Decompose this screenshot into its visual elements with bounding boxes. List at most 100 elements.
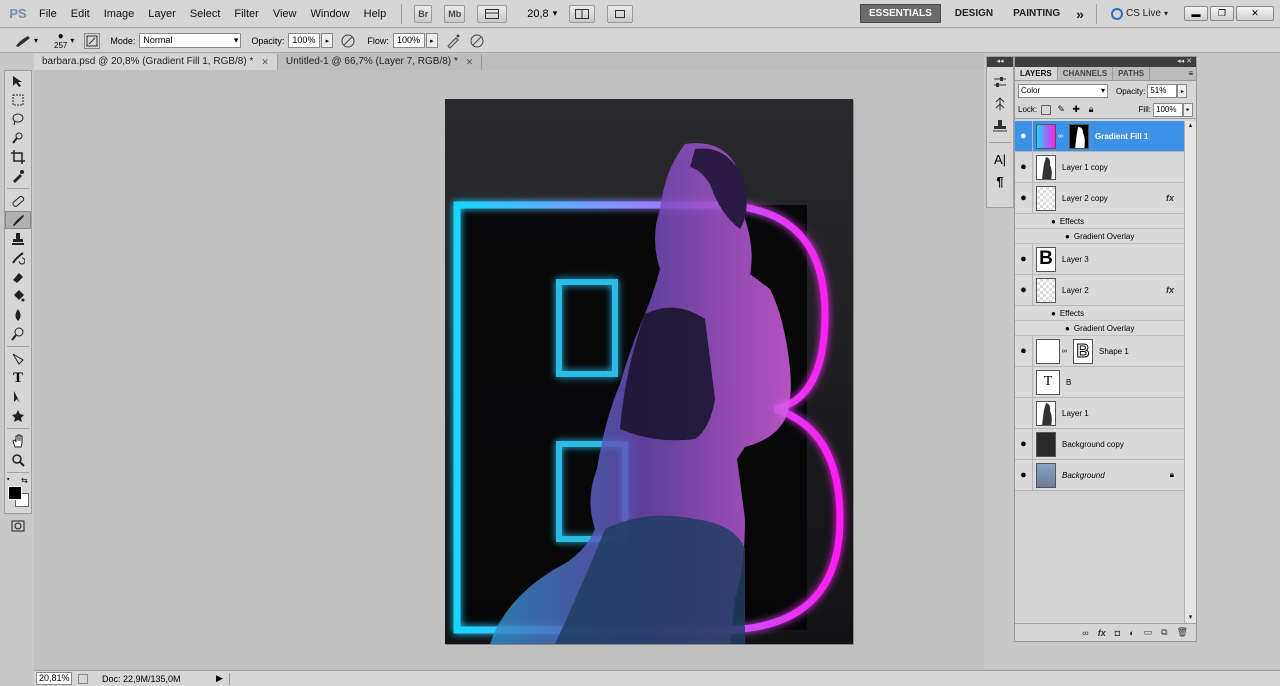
color-swatches[interactable]: ▪ ⇆ [5, 476, 31, 516]
scroll-down-icon[interactable]: ▾ [1185, 613, 1196, 621]
tab-layers[interactable]: LAYERS [1015, 67, 1058, 80]
brush-tool-preset-icon[interactable] [14, 32, 32, 50]
visibility-eye-icon[interactable]: ● [1015, 151, 1033, 183]
minimize-button[interactable]: ▬ [1184, 6, 1208, 21]
pressure-size-icon[interactable] [468, 32, 486, 50]
document-canvas[interactable] [445, 99, 853, 644]
layer-row[interactable]: ● Background 🔒︎ [1015, 459, 1184, 491]
lock-image-icon[interactable]: ✎ [1055, 104, 1067, 116]
tab-barbara[interactable]: barbara.psd @ 20,8% (Gradient Fill 1, RG… [34, 54, 278, 70]
new-group-icon[interactable]: ▭ [1144, 627, 1153, 638]
visibility-eye-icon[interactable]: ● [1051, 309, 1056, 318]
layer-row[interactable]: ● ∞ Gradient Fill 1 [1015, 120, 1184, 152]
tab-close-icon[interactable]: ✕ [466, 54, 474, 70]
move-tool[interactable] [5, 72, 31, 90]
workspace-design[interactable]: DESIGN [947, 5, 1001, 22]
paint-bucket-tool[interactable] [5, 287, 31, 305]
flow-input[interactable]: 100% [392, 33, 425, 48]
visibility-eye-icon[interactable]: ● [1015, 182, 1033, 214]
arrange-documents-button[interactable] [569, 4, 596, 23]
lock-all-icon[interactable]: 🔒︎ [1085, 104, 1097, 116]
hand-tool[interactable] [5, 432, 31, 450]
layer-row[interactable]: ● Layer 2 copy fx [1015, 182, 1184, 214]
eyedropper-tool[interactable] [5, 167, 31, 185]
foreground-color-swatch[interactable] [8, 486, 22, 500]
mode-select[interactable]: Normal [139, 33, 242, 48]
eraser-tool[interactable] [5, 268, 31, 286]
tab-close-icon[interactable]: ✕ [261, 54, 269, 70]
airbrush-icon[interactable] [444, 32, 462, 50]
tab-paths[interactable]: PATHS [1113, 67, 1151, 80]
marquee-tool[interactable] [5, 91, 31, 109]
bridge-button[interactable]: Br [414, 4, 433, 23]
brush-panel-toggle-icon[interactable] [84, 32, 101, 49]
chevron-down-icon[interactable]: ▾ [70, 36, 74, 45]
menu-layer[interactable]: Layer [141, 0, 183, 28]
visibility-eye-icon[interactable]: ● [1015, 428, 1033, 460]
menu-file[interactable]: File [32, 0, 64, 28]
status-preview-icon[interactable] [78, 673, 88, 684]
mini-bridge-button[interactable]: Mb [444, 4, 466, 23]
adjustments-panel-icon[interactable] [987, 71, 1013, 93]
panel-collapse-icon[interactable]: ◂◂ ✕ [1015, 57, 1196, 67]
screen-mode-button[interactable] [607, 4, 634, 23]
menu-help[interactable]: Help [357, 0, 394, 28]
visibility-toggle-empty[interactable] [1015, 397, 1033, 429]
menu-filter[interactable]: Filter [227, 0, 265, 28]
link-layers-icon[interactable]: ∞ [1082, 628, 1088, 638]
dock-expand-icon[interactable]: ◂◂ [987, 57, 1013, 67]
tool-presets-panel-icon[interactable] [987, 115, 1013, 137]
brush-size-picker[interactable]: ● 257 [54, 31, 67, 50]
tab-untitled-1[interactable]: Untitled-1 @ 66,7% (Layer 7, RGB/8) * ✕ [278, 54, 483, 70]
workspace-painting[interactable]: PAINTING [1005, 5, 1068, 22]
visibility-toggle-empty[interactable] [1015, 366, 1033, 398]
fill-input[interactable]: 100% [1153, 102, 1183, 117]
visibility-eye-icon[interactable]: ● [1065, 232, 1070, 241]
zoom-tool[interactable] [5, 451, 31, 469]
default-colors-icon[interactable]: ▪ [7, 476, 9, 483]
fx-icon[interactable]: fx [1166, 193, 1174, 203]
status-zoom-input[interactable]: 20,81% [36, 672, 72, 685]
pressure-opacity-icon[interactable] [339, 32, 357, 50]
path-selection-tool[interactable] [5, 388, 31, 406]
delete-layer-icon[interactable]: 🗑︎ [1177, 627, 1188, 638]
visibility-eye-icon[interactable]: ● [1065, 324, 1070, 333]
visibility-eye-icon[interactable]: ● [1051, 217, 1056, 226]
type-tool[interactable]: T [5, 369, 31, 387]
crop-tool[interactable] [5, 148, 31, 166]
layer-row[interactable]: ● Background copy [1015, 428, 1184, 460]
lasso-tool[interactable] [5, 110, 31, 128]
gradient-overlay-row[interactable]: ● Gradient Overlay [1015, 321, 1184, 336]
pen-tool[interactable] [5, 350, 31, 368]
flow-slider-arrow[interactable]: ▸ [425, 33, 438, 48]
add-layer-style-icon[interactable]: fx [1098, 628, 1106, 638]
menu-select[interactable]: Select [183, 0, 228, 28]
brush-tool[interactable] [5, 211, 31, 229]
new-layer-icon[interactable]: ⧉ [1161, 627, 1167, 638]
quick-mask-button[interactable] [5, 517, 31, 535]
layer-row[interactable]: ● B Layer 3 [1015, 243, 1184, 275]
maximize-button[interactable]: ❐ [1210, 6, 1234, 21]
swap-colors-icon[interactable]: ⇆ [21, 476, 28, 485]
menu-window[interactable]: Window [304, 0, 357, 28]
healing-brush-tool[interactable] [5, 192, 31, 210]
close-button[interactable]: ✕ [1236, 6, 1274, 21]
layer-opacity-slider-arrow[interactable]: ▸ [1177, 84, 1188, 98]
quick-selection-tool[interactable] [5, 129, 31, 147]
effects-row[interactable]: ● Effects [1015, 306, 1184, 321]
cs-live-button[interactable]: CS Live ▾ [1110, 7, 1168, 20]
gradient-overlay-row[interactable]: ● Gradient Overlay [1015, 229, 1184, 244]
menu-image[interactable]: Image [97, 0, 142, 28]
view-extras-button[interactable] [477, 4, 508, 23]
opacity-input[interactable]: 100% [288, 33, 321, 48]
layer-row[interactable]: ● ∞ B Shape 1 [1015, 335, 1184, 367]
zoom-level[interactable]: 20,8 [527, 8, 548, 20]
lock-position-icon[interactable]: ✚ [1070, 104, 1082, 116]
clone-stamp-tool[interactable] [5, 230, 31, 248]
status-menu-arrow-icon[interactable]: ▶ [216, 673, 223, 684]
blur-tool[interactable] [5, 306, 31, 324]
lock-transparent-icon[interactable] [1040, 104, 1052, 116]
add-mask-icon[interactable]: ◘ [1115, 628, 1120, 638]
visibility-eye-icon[interactable]: ● [1015, 459, 1033, 491]
blend-mode-select[interactable]: Color [1018, 84, 1108, 98]
